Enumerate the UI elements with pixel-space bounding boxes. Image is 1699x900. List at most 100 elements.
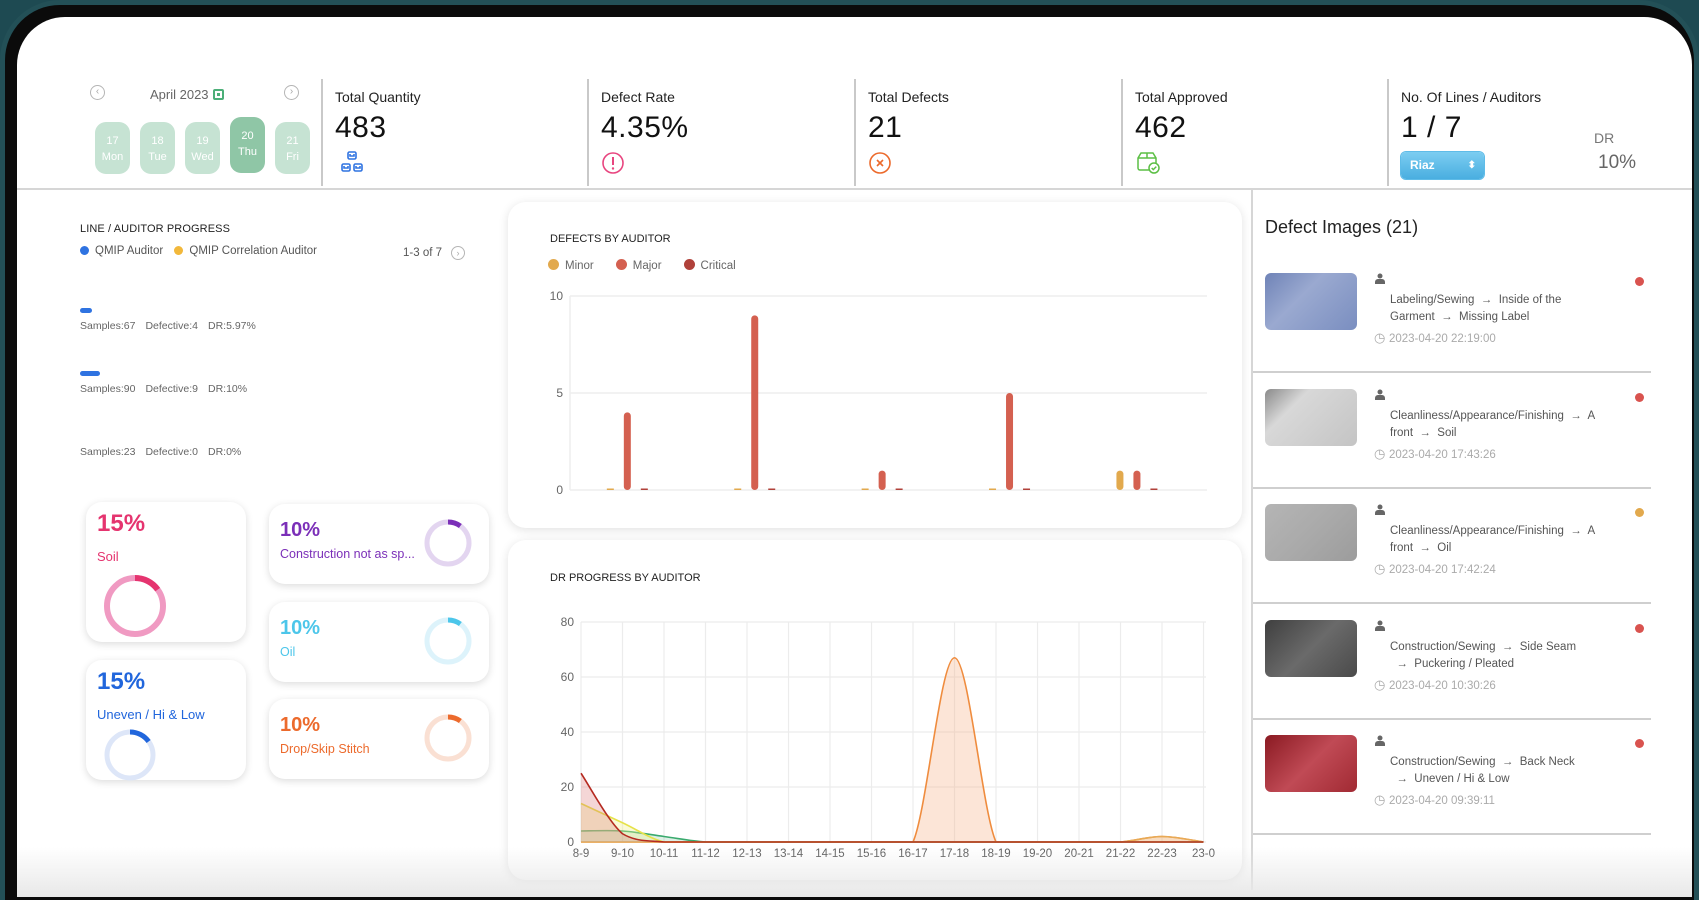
next-month-button[interactable]: › — [284, 85, 299, 100]
auditor-select[interactable]: Riaz — [1401, 152, 1484, 179]
defect-image-item[interactable]: Construction/Sewing → Back Neck → Uneven… — [1253, 720, 1651, 835]
defect-images-panel: Defect Images (21) Labeling/Sewing → Ins… — [1251, 190, 1692, 890]
package-check-icon — [1137, 152, 1160, 174]
arrow-right-icon: → — [1434, 311, 1460, 323]
dr-progress-area-chart: 0204060808-99-1010-1111-1212-1313-1414-1… — [561, 615, 1215, 860]
kpi-lines-auditors: No. Of Lines / Auditors 1 / 7 Riaz — [1387, 79, 1587, 186]
day-fri[interactable]: 21 Fri — [275, 122, 310, 174]
clock-icon: ◷ — [1374, 330, 1389, 345]
donut-ring-icon — [424, 617, 472, 665]
series-line-1[interactable] — [580, 802, 1204, 843]
auditor-progress-row: Samples:23 Defective:0 DR:0% — [80, 434, 251, 458]
day-number: 17 — [106, 135, 119, 147]
progress-samples: Samples:23 — [80, 446, 136, 458]
progress-bar — [80, 371, 100, 376]
area-fill-2 — [581, 830, 1204, 842]
defect-image-item[interactable]: Construction/Sewing → Side Seam → Pucker… — [1253, 605, 1651, 720]
bar-minor[interactable] — [861, 488, 869, 491]
path-segment: Uneven / Hi & Low — [1414, 773, 1510, 785]
alert-circle-icon — [602, 152, 624, 174]
path-segment: Missing Label — [1459, 311, 1530, 323]
day-wed[interactable]: 19 Wed — [185, 122, 220, 174]
progress-dr: DR:10% — [207, 383, 248, 395]
bar-minor[interactable] — [989, 488, 997, 491]
path-segment: Side Seam — [1519, 640, 1577, 653]
next-page-icon[interactable]: › — [451, 246, 465, 260]
day-tue[interactable]: 18 Tue — [140, 122, 175, 174]
defect-thumbnail[interactable] — [1265, 273, 1357, 330]
arrow-right-icon: → — [1495, 756, 1520, 768]
bar-major[interactable] — [878, 470, 886, 490]
area-fill-1 — [581, 803, 1204, 842]
defect-type-card[interactable]: 15% Uneven / Hi & Low — [86, 660, 246, 781]
path-segment: Construction/Sewing — [1390, 756, 1496, 768]
severity-dot-icon — [1635, 739, 1644, 748]
bar-minor[interactable] — [734, 488, 742, 491]
day-mon[interactable]: 17 Mon — [95, 122, 130, 174]
defect-category-path: Construction/Sewing → Back Neck → Uneven… — [1390, 754, 1595, 788]
bar-minor[interactable] — [1116, 470, 1124, 490]
defects-bar-chart: 0 5 10 — [550, 289, 1207, 497]
donut-ring-icon — [424, 714, 472, 762]
bar-critical[interactable] — [768, 488, 776, 491]
legend-item[interactable]: QMIP Correlation Auditor — [174, 245, 317, 257]
bar-critical[interactable] — [1150, 488, 1158, 491]
bar-critical[interactable] — [895, 488, 903, 491]
dashboard-screen: ‹ April 2023 › 17 Mon 18 Tue 19 Wed 20 Thu 21 Fri… — [17, 17, 1692, 897]
arrow-right-icon: → — [1413, 542, 1438, 554]
x-circle-icon — [869, 152, 891, 174]
day-thu[interactable]: 20 Thu — [230, 117, 265, 173]
series-line-0[interactable] — [580, 772, 1204, 843]
month-label[interactable]: April 2023 — [150, 87, 224, 102]
defect-timestamp: ◷ 2023-04-20 17:42:24 — [1374, 561, 1496, 576]
prev-month-button[interactable]: ‹ — [90, 85, 105, 100]
defect-type-card[interactable]: 10% Oil — [269, 602, 489, 682]
day-of-week: Thu — [238, 146, 257, 158]
user-icon — [1375, 273, 1385, 284]
defect-image-item[interactable]: Labeling/Sewing → Inside of the Garment … — [1253, 258, 1651, 373]
arrow-right-icon: → — [1390, 773, 1415, 785]
y-tick-label: 0 — [556, 483, 563, 497]
day-number: 20 — [241, 130, 254, 142]
defect-thumbnail[interactable] — [1265, 388, 1357, 446]
defect-type-name: Oil — [280, 645, 296, 659]
defect-type-card[interactable]: 10% Drop/Skip Stitch — [269, 699, 489, 779]
bar-major[interactable] — [1133, 470, 1141, 490]
defect-thumbnail[interactable] — [1265, 504, 1357, 561]
kpi-defect-rate: Defect Rate 4.35% — [587, 79, 853, 186]
defect-timestamp: ◷ 2023-04-20 10:30:26 — [1374, 676, 1496, 692]
progress-samples: Samples:67 — [80, 320, 136, 332]
bar-critical[interactable] — [1023, 488, 1031, 491]
defect-thumbnail[interactable] — [1265, 735, 1357, 792]
defect-type-card[interactable]: 15% Soil — [86, 502, 246, 642]
bar-major[interactable] — [751, 315, 759, 490]
defect-type-card[interactable]: 10% Construction not as sp... — [269, 504, 489, 584]
dr-progress-card: DR PROGRESS BY AUDITOR 0204060808-99-101… — [508, 540, 1242, 880]
defect-timestamp: ◷ 2023-04-20 17:43:26 — [1374, 445, 1496, 461]
defect-category-path: Labeling/Sewing → Inside of the Garment … — [1390, 292, 1595, 326]
y-tick-label: 80 — [561, 615, 575, 629]
progress-bar — [80, 308, 92, 313]
bar-critical[interactable] — [640, 488, 648, 491]
bar-minor[interactable] — [606, 488, 614, 491]
defect-image-item[interactable]: Cleanliness/Appearance/Finishing → A fro… — [1253, 374, 1651, 489]
auditor-progress-row: Samples:90 Defective:9 DR:10% — [80, 371, 257, 395]
defect-image-item[interactable]: Cleanliness/Appearance/Finishing → A fro… — [1253, 489, 1651, 604]
series-line-3[interactable] — [581, 656, 1204, 843]
legend-dot-icon — [80, 246, 89, 255]
progress-defective: Defective:0 — [145, 446, 198, 458]
clock-icon: ◷ — [1374, 445, 1389, 461]
donut-track — [424, 617, 472, 665]
arrow-right-icon: → — [1495, 640, 1520, 653]
severity-dot-icon — [1635, 392, 1644, 402]
dr-value: 10% — [1598, 152, 1637, 173]
donut-ring-icon — [104, 729, 156, 781]
bar-major[interactable] — [1006, 393, 1014, 490]
defect-thumbnail[interactable] — [1265, 619, 1357, 677]
legend-item[interactable]: QMIP Auditor — [80, 245, 163, 257]
arrow-right-icon: → — [1563, 525, 1588, 537]
line-progress-title: LINE / AUDITOR PROGRESS — [80, 223, 231, 235]
bar-major[interactable] — [623, 412, 631, 490]
line-progress-legend: QMIP Auditor QMIP Correlation Auditor — [80, 245, 317, 257]
arrow-right-icon: → — [1390, 657, 1415, 670]
